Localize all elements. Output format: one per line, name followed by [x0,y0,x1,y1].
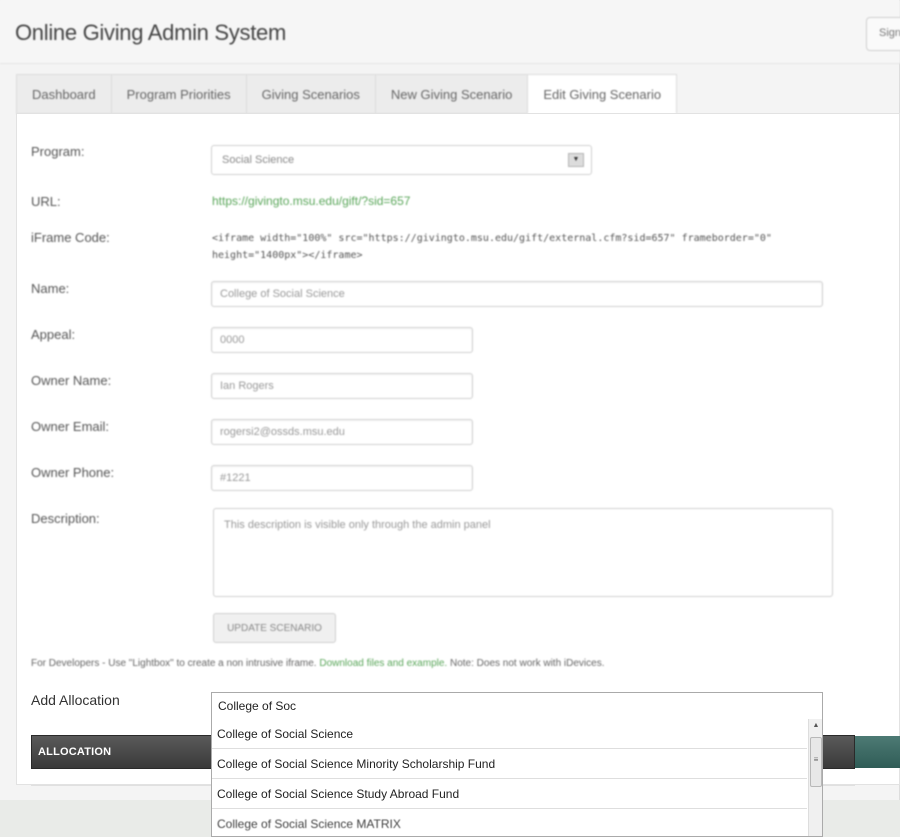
edit-panel [16,113,900,785]
owner-name-label: Owner Name: [31,373,112,388]
chevron-down-icon: ▼ [568,153,584,167]
developer-note-prefix: For Developers - Use "Lightbox" to creat… [31,658,317,669]
tab-bar: Dashboard Program Priorities Giving Scen… [16,74,678,114]
scroll-up-arrow-icon[interactable]: ▲ [809,719,822,733]
url-label: URL: [31,194,61,209]
sign-out-button[interactable]: Sign [866,17,900,51]
owner-email-field[interactable]: rogersi2@ossds.msu.edu [211,419,473,445]
appeal-label: Appeal: [31,327,76,342]
add-allocation-input[interactable]: College of Soc [211,692,823,720]
autocomplete-option[interactable]: College of Social Science MATRIX [212,809,807,836]
teal-header-strip [855,736,900,768]
program-select[interactable]: Social Science ▼ [211,145,592,175]
name-label: Name: [31,281,70,296]
owner-email-label: Owner Email: [31,419,110,434]
add-allocation-label: Add Allocation [31,692,120,708]
iframe-label: iFrame Code: [31,230,110,245]
tab-dashboard[interactable]: Dashboard [16,74,111,114]
developer-note: For Developers - Use "Lightbox" to creat… [31,658,605,669]
scenario-url-link[interactable]: https://givingto.msu.edu/gift/?sid=657 [212,194,410,208]
tab-new-giving-scenario[interactable]: New Giving Scenario [374,74,528,114]
allocation-autocomplete-list[interactable]: College of Social Science College of Soc… [211,719,823,837]
update-scenario-button[interactable]: UPDATE SCENARIO [213,613,336,643]
download-files-link[interactable]: Download files and example. [319,658,447,669]
autocomplete-option[interactable]: College of Social Science [212,719,807,749]
developer-note-suffix: Note: Does not work with iDevices. [449,658,605,669]
owner-phone-label: Owner Phone: [31,465,115,480]
owner-name-field[interactable]: Ian Rogers [211,373,473,399]
iframe-code: <iframe width="100%" src="https://giving… [212,233,772,261]
scrollbar-thumb[interactable]: ≡ [810,737,822,787]
name-field[interactable]: College of Social Science [211,281,823,307]
header-bar: Online Giving Admin System Sign [0,0,900,64]
allocation-column-header: ALLOCATION [38,746,112,758]
tab-giving-scenarios[interactable]: Giving Scenarios [245,74,375,114]
program-label: Program: [31,144,85,159]
description-textarea[interactable]: This description is visible only through… [213,508,833,597]
autocomplete-option[interactable]: College of Social Science Minority Schol… [212,749,807,779]
app-window: Online Giving Admin System Sign Dashboar… [0,0,900,800]
description-label: Description: [31,511,100,526]
tab-program-priorities[interactable]: Program Priorities [110,74,246,114]
app-title: Online Giving Admin System [15,20,286,45]
program-selected-value: Social Science [222,154,295,166]
owner-phone-field[interactable]: #1221 [211,465,473,491]
tab-edit-giving-scenario[interactable]: Edit Giving Scenario [527,74,678,114]
autocomplete-option[interactable]: College of Social Science Study Abroad F… [212,779,807,809]
dropdown-scrollbar[interactable]: ▲ ≡ [808,719,822,836]
appeal-field[interactable]: 0000 [211,327,473,353]
